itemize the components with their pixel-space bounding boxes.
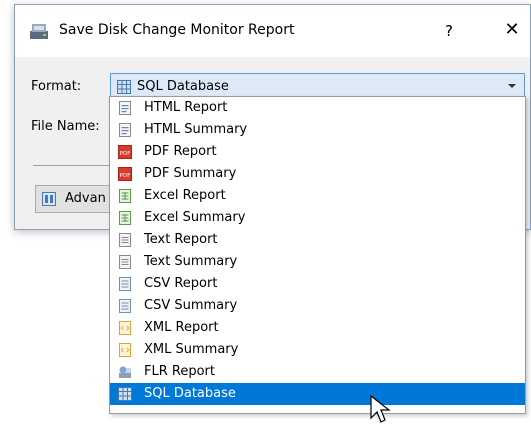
format-option-label: Excel Summary: [144, 210, 246, 225]
format-option[interactable]: SQL Database: [110, 383, 525, 405]
svg-text:PDF: PDF: [120, 173, 131, 179]
format-option[interactable]: XML Summary: [110, 339, 525, 361]
format-option-label: CSV Report: [144, 276, 218, 291]
xml-icon: [119, 321, 131, 335]
format-option[interactable]: PDF PDF Report: [110, 141, 525, 163]
sql-icon: [118, 387, 132, 401]
format-selected-value: SQL Database: [137, 79, 229, 94]
pdf-icon: PDF: [118, 167, 132, 181]
format-label: Format:: [31, 79, 82, 94]
help-button[interactable]: ?: [437, 19, 461, 43]
format-option[interactable]: PDF PDF Summary: [110, 163, 525, 185]
html-icon: [119, 123, 131, 137]
text-icon: [119, 233, 131, 247]
format-option-label: SQL Database: [144, 386, 236, 401]
format-option-label: HTML Report: [144, 100, 228, 115]
close-button[interactable]: ✕: [499, 17, 525, 43]
format-option-label: XML Summary: [144, 342, 239, 357]
format-option[interactable]: HTML Summary: [110, 119, 525, 141]
format-option[interactable]: XML Report: [110, 317, 525, 339]
format-option-label: Excel Report: [144, 188, 226, 203]
title-bar: Save Disk Change Monitor Report ? ✕: [15, 5, 530, 57]
format-option-label: Text Report: [144, 232, 218, 247]
svg-text:PDF: PDF: [120, 151, 131, 157]
format-option[interactable]: HTML Report: [110, 97, 525, 119]
text-icon: [119, 255, 131, 269]
format-option[interactable]: Excel Summary: [110, 207, 525, 229]
format-option-label: Text Summary: [144, 254, 238, 269]
format-option-label: FLR Report: [144, 364, 215, 379]
format-dropdown-list: HTML Report HTML Summary PDF PDF Report PDF P…: [109, 96, 526, 414]
csv-icon: [119, 299, 131, 313]
format-option[interactable]: Text Summary: [110, 251, 525, 273]
format-option[interactable]: Text Report: [110, 229, 525, 251]
dialog-title: Save Disk Change Monitor Report: [59, 22, 295, 38]
csv-icon: [119, 277, 131, 291]
advanced-settings-icon: [42, 192, 56, 206]
format-option[interactable]: FLR Report: [110, 361, 525, 383]
filename-label: File Name:: [31, 119, 100, 134]
divider: [33, 165, 113, 166]
flr-icon: [119, 366, 131, 378]
format-option-label: PDF Summary: [144, 166, 237, 181]
format-option-label: HTML Summary: [144, 122, 248, 137]
xml-icon: [119, 343, 131, 357]
format-option-label: XML Report: [144, 320, 219, 335]
format-option-label: PDF Report: [144, 144, 217, 159]
format-option[interactable]: CSV Report: [110, 273, 525, 295]
format-option[interactable]: CSV Summary: [110, 295, 525, 317]
chevron-down-icon[interactable]: [506, 80, 518, 92]
pdf-icon: PDF: [118, 145, 132, 159]
advanced-button-label: Advan: [65, 191, 106, 206]
disk-icon: [30, 24, 48, 39]
format-option-label: CSV Summary: [144, 298, 238, 313]
excel-icon: [119, 211, 131, 225]
excel-icon: [119, 189, 131, 203]
mouse-cursor-icon: [370, 394, 391, 423]
format-option[interactable]: Excel Report: [110, 185, 525, 207]
html-icon: [119, 101, 131, 115]
sql-icon: [117, 80, 131, 94]
